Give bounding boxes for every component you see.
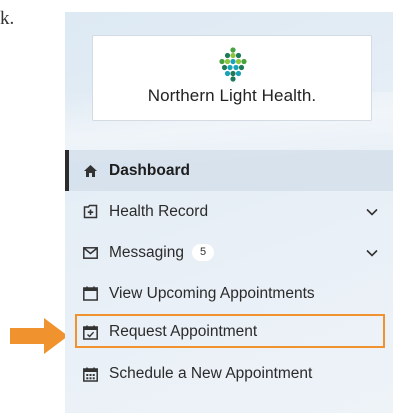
sidebar-item-view-upcoming-appointments[interactable]: View Upcoming Appointments <box>65 273 393 314</box>
sidebar-item-label: Messaging <box>109 243 184 261</box>
chevron-down-icon[interactable] <box>365 246 379 260</box>
envelope-icon <box>82 245 98 261</box>
sidebar-item-label: View Upcoming Appointments <box>109 284 315 302</box>
arrow-pointer-icon <box>10 318 68 354</box>
active-indicator <box>65 150 69 191</box>
calendar-icon <box>82 286 98 302</box>
calendar-grid-icon <box>82 366 98 382</box>
chevron-down-icon[interactable] <box>365 205 379 219</box>
home-icon <box>82 163 98 179</box>
calendar-check-icon <box>82 324 98 340</box>
unread-count-badge: 5 <box>191 244 215 261</box>
sidebar-item-dashboard[interactable]: Dashboard <box>65 150 393 191</box>
sidebar: Northern Light Health. Dashboard Health … <box>65 12 393 413</box>
highlighted-row-wrapper: Request Appointment <box>65 314 393 350</box>
health-record-icon <box>82 204 98 220</box>
sidebar-item-label: Request Appointment <box>109 323 258 340</box>
brand-name: Northern Light Health. <box>147 86 317 105</box>
sidebar-item-label: Dashboard <box>109 161 190 179</box>
document-text-fragment: k. <box>0 8 15 29</box>
sidebar-item-messaging[interactable]: Messaging 5 <box>65 232 393 273</box>
sidebar-item-label: Schedule a New Appointment <box>109 365 313 382</box>
sidebar-item-request-appointment[interactable]: Request Appointment <box>65 314 393 350</box>
sidebar-item-schedule-new-appointment[interactable]: Schedule a New Appointment <box>65 350 393 398</box>
pinecone-logo-icon <box>219 47 247 82</box>
sidebar-item-label: Health Record <box>109 202 209 220</box>
sidebar-nav: Dashboard Health Record Messaging 5 View… <box>65 150 393 398</box>
brand-logo[interactable]: Northern Light Health. <box>92 35 372 121</box>
sidebar-item-health-record[interactable]: Health Record <box>65 191 393 232</box>
